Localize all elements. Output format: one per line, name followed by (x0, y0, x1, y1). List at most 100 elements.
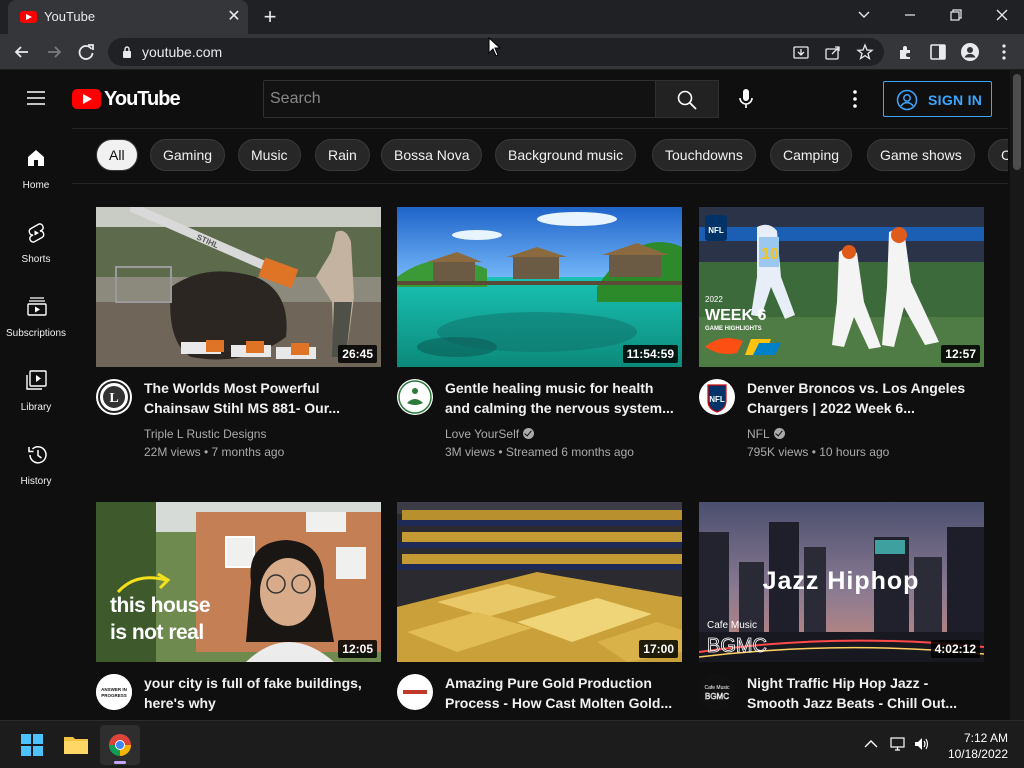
sidebar-item-subscriptions[interactable]: Subscriptions (0, 276, 72, 350)
tropical-thumbnail-image (397, 207, 682, 367)
account-circle-icon (896, 89, 918, 111)
search-icon (677, 90, 697, 110)
chip-gaming[interactable]: Gaming (150, 139, 226, 171)
video-title[interactable]: Denver Broncos vs. Los Angeles Chargers … (747, 378, 977, 418)
chip-touchdowns[interactable]: Touchdowns (652, 139, 756, 171)
subscriptions-icon (27, 297, 47, 316)
install-app-icon[interactable] (792, 43, 810, 61)
video-title[interactable]: Amazing Pure Gold Production Process - H… (445, 673, 675, 713)
verified-badge-icon (523, 428, 535, 439)
show-hidden-icons-chevron-icon[interactable] (862, 735, 880, 753)
video-duration: 4:02:12 (930, 640, 980, 658)
system-clock[interactable]: 7:12 AM 10/18/2022 (944, 730, 1008, 762)
video-title[interactable]: your city is full of fake buildings, her… (144, 673, 374, 713)
side-panel-icon[interactable] (928, 42, 948, 62)
channel-avatar[interactable]: Cafe Music BGMC (699, 674, 735, 710)
chrome-taskbar-button[interactable] (100, 725, 140, 765)
chip-camping[interactable]: Camping (770, 139, 853, 171)
browser-tab-youtube[interactable]: YouTube ✕ (8, 0, 248, 34)
page-scrollbar[interactable] (1010, 70, 1024, 720)
close-tab-icon[interactable]: ✕ (226, 9, 242, 25)
video-thumbnail-chainsaw[interactable]: STIHL 26:45 (96, 207, 381, 367)
extensions-icon[interactable] (896, 42, 916, 62)
chip-all[interactable]: All (96, 139, 138, 171)
browser-menu-icon[interactable] (994, 42, 1014, 62)
channel-avatar[interactable]: L (96, 379, 132, 415)
url-text[interactable]: youtube.com (142, 44, 222, 60)
video-title[interactable]: Night Traffic Hip Hop Jazz - Smooth Jazz… (747, 673, 977, 713)
active-app-indicator (114, 761, 126, 764)
file-explorer-button[interactable] (56, 725, 96, 765)
youtube-header: YouTube SIGN IN (0, 70, 1010, 128)
svg-text:NFL: NFL (708, 226, 724, 235)
sidebar-item-library[interactable]: Library (0, 350, 72, 424)
video-thumbnail-nfl[interactable]: 10 NFL 2022 WEEK 6 GAME HIGHLIGHTS 12:57 (699, 207, 984, 367)
sidebar-item-home[interactable]: Home (0, 128, 72, 202)
youtube-logo-text: YouTube (104, 88, 181, 110)
folder-icon (64, 737, 88, 754)
video-thumbnail-fake-buildings[interactable]: this house is not real 12:05 (96, 502, 381, 662)
sign-in-button[interactable]: SIGN IN (883, 81, 992, 117)
sidebar-item-shorts[interactable]: Shorts (0, 202, 72, 276)
reload-button[interactable] (74, 40, 98, 64)
channel-name[interactable]: Triple L Rustic Designs (144, 427, 266, 441)
hamburger-menu-icon[interactable] (26, 90, 46, 106)
channel-avatar[interactable]: ANSWER IN PROGRESS (96, 674, 132, 710)
voice-search-button[interactable] (731, 84, 761, 114)
bookmark-star-icon[interactable] (856, 43, 874, 61)
sidebar-label: Home (22, 180, 50, 191)
svg-text:Cafe Music: Cafe Music (704, 685, 730, 691)
jazz-city-thumbnail-image: Jazz Hiphop Cafe Music BGMC (699, 502, 984, 662)
svg-text:GAME HIGHLIGHTS: GAME HIGHLIGHTS (705, 326, 762, 332)
chip-bossa-nova[interactable]: Bossa Nova (381, 139, 483, 171)
start-button[interactable] (12, 725, 52, 765)
video-title[interactable]: The Worlds Most Powerful Chainsaw Stihl … (144, 378, 374, 418)
svg-text:is not real: is not real (110, 621, 204, 644)
library-icon (26, 370, 47, 390)
scrollbar-thumb[interactable] (1013, 74, 1021, 170)
search-button[interactable] (656, 80, 719, 118)
channel-name[interactable]: NFL (747, 427, 785, 441)
sidebar-item-history[interactable]: History (0, 424, 72, 498)
chip-rain[interactable]: Rain (315, 139, 370, 171)
chip-game-shows[interactable]: Game shows (867, 139, 975, 171)
video-thumbnail-tropical[interactable]: 11:54:59 (397, 207, 682, 367)
video-title[interactable]: Gentle healing music for health and calm… (445, 378, 675, 418)
youtube-logo[interactable]: YouTube (72, 88, 181, 110)
chip-music[interactable]: Music (238, 139, 301, 171)
new-tab-button[interactable]: + (259, 6, 281, 28)
sidebar-label: History (20, 476, 52, 487)
close-window-button[interactable] (988, 4, 1016, 26)
microphone-icon (739, 89, 753, 108)
video-duration: 12:57 (941, 345, 980, 363)
share-icon[interactable] (824, 43, 842, 61)
network-icon[interactable] (889, 735, 907, 753)
lock-icon[interactable] (120, 45, 134, 59)
mouse-cursor-icon (488, 37, 502, 57)
sidebar-label: Subscriptions (5, 328, 67, 339)
chip-background-music[interactable]: Background music (495, 139, 637, 171)
search-input[interactable] (264, 81, 655, 117)
channel-avatar[interactable] (397, 379, 433, 415)
nfl-logo-icon: NFL (707, 384, 727, 413)
chip-partial[interactable]: C (988, 139, 1008, 171)
channel-avatar[interactable]: NFL (699, 379, 735, 415)
tab-search-chevron-icon[interactable] (850, 4, 878, 26)
windows-taskbar: 7:12 AM 10/18/2022 (0, 720, 1024, 768)
history-icon (28, 446, 47, 464)
back-button[interactable] (10, 40, 34, 64)
svg-text:NFL: NFL (709, 395, 725, 404)
volume-icon[interactable] (913, 735, 931, 753)
video-duration: 17:00 (639, 640, 678, 658)
profile-icon[interactable] (960, 42, 980, 62)
restore-button[interactable] (942, 4, 970, 26)
chrome-icon (109, 734, 131, 756)
settings-more-icon[interactable] (845, 88, 865, 110)
verified-badge-icon (773, 428, 785, 439)
forward-button[interactable] (42, 40, 66, 64)
video-thumbnail-gold[interactable]: 17:00 (397, 502, 682, 662)
video-thumbnail-jazz[interactable]: Jazz Hiphop Cafe Music BGMC 4:02:12 (699, 502, 984, 662)
channel-name[interactable]: Love YourSelf (445, 427, 535, 441)
channel-avatar[interactable] (397, 674, 433, 710)
minimize-button[interactable] (896, 4, 924, 26)
